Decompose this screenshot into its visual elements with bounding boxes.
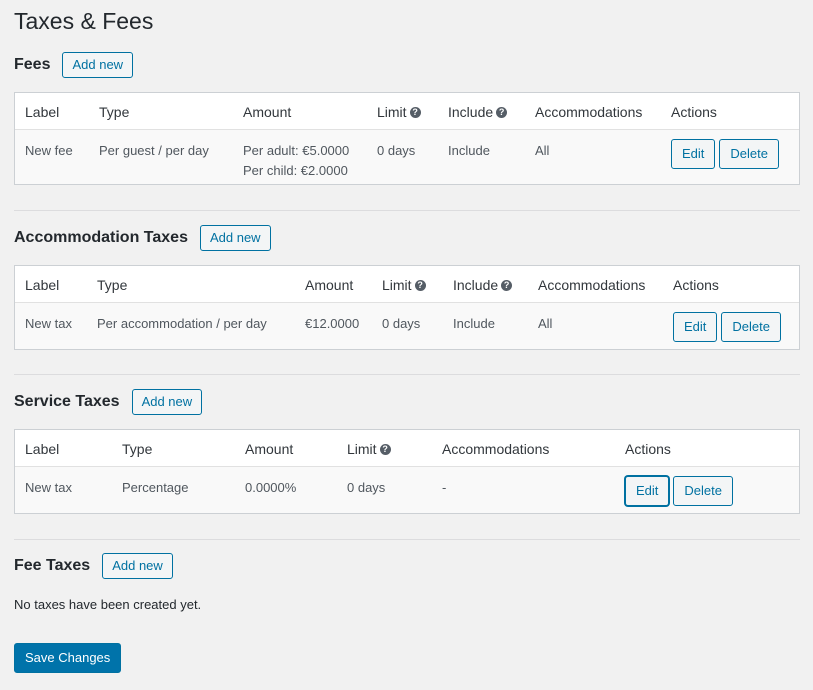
column-header-actions: Actions bbox=[671, 104, 717, 120]
page-title: Taxes & Fees bbox=[14, 8, 154, 34]
column-header-type: Type bbox=[99, 104, 130, 120]
column-header-label: Label bbox=[25, 104, 60, 120]
service-tax-accommodations: - bbox=[442, 480, 447, 495]
column-header-amount: Amount bbox=[245, 441, 294, 457]
fee-taxes-heading: Fee Taxes bbox=[14, 557, 91, 574]
delete-button[interactable]: Delete bbox=[673, 476, 733, 506]
fee-taxes-section-header: Fee Taxes Add new bbox=[14, 553, 173, 579]
column-header-actions: Actions bbox=[673, 277, 719, 293]
fee-limit: 0 days bbox=[377, 143, 416, 158]
delete-button[interactable]: Delete bbox=[721, 312, 781, 342]
column-header-limit-label: Limit bbox=[377, 104, 407, 120]
tax-include: Include bbox=[453, 316, 495, 331]
column-header-label: Label bbox=[25, 277, 60, 293]
accommodation-taxes-heading: Accommodation Taxes bbox=[14, 229, 188, 246]
row-actions: Edit Delete bbox=[673, 312, 785, 342]
help-icon[interactable]: ? bbox=[414, 279, 426, 291]
service-taxes-heading: Service Taxes bbox=[14, 393, 120, 410]
column-header-amount: Amount bbox=[305, 277, 354, 293]
section-divider bbox=[14, 210, 800, 211]
section-divider bbox=[14, 374, 800, 375]
edit-button[interactable]: Edit bbox=[673, 312, 718, 342]
column-header-accommodations: Accommodations bbox=[535, 104, 643, 120]
column-header-accommodations: Accommodations bbox=[538, 277, 646, 293]
fee-amount: Per adult: €5.0000 Per child: €2.0000 bbox=[243, 141, 349, 181]
service-taxes-add-new-button[interactable]: Add new bbox=[131, 389, 203, 415]
table-header-row: Label Type Amount Limit ? Include ? Acco… bbox=[15, 266, 799, 303]
fee-label: New fee bbox=[25, 143, 73, 158]
delete-button[interactable]: Delete bbox=[719, 139, 779, 169]
accommodation-taxes-table: Label Type Amount Limit ? Include ? Acco… bbox=[14, 265, 800, 350]
edit-button[interactable]: Edit bbox=[671, 139, 716, 169]
column-header-include-label: Include bbox=[453, 277, 499, 293]
tax-label: New tax bbox=[25, 316, 72, 331]
fee-amount-child: Per child: €2.0000 bbox=[243, 163, 348, 178]
service-tax-amount: 0.0000% bbox=[245, 480, 297, 495]
column-header-limit-label: Limit bbox=[382, 277, 412, 293]
section-divider bbox=[14, 539, 800, 540]
column-header-actions: Actions bbox=[625, 441, 671, 457]
fee-include: Include bbox=[448, 143, 490, 158]
column-header-limit: Limit ? bbox=[377, 104, 421, 120]
fee-taxes-add-new-button[interactable]: Add new bbox=[102, 553, 173, 579]
help-icon[interactable]: ? bbox=[409, 106, 421, 118]
tax-accommodations: All bbox=[538, 316, 553, 331]
table-header-row: Label Type Amount Limit ? Accommodations… bbox=[15, 430, 799, 467]
column-header-include-label: Include bbox=[448, 104, 494, 120]
column-header-limit: Limit ? bbox=[382, 277, 426, 293]
column-header-type: Type bbox=[122, 441, 153, 457]
tax-limit: 0 days bbox=[382, 316, 421, 331]
fees-heading: Fees bbox=[14, 56, 51, 73]
help-icon[interactable]: ? bbox=[501, 279, 513, 291]
tax-type: Per accommodation / per day bbox=[97, 316, 267, 331]
accommodation-taxes-add-new-button[interactable]: Add new bbox=[199, 225, 271, 251]
column-header-accommodations: Accommodations bbox=[442, 441, 550, 457]
service-tax-type: Percentage bbox=[122, 480, 189, 495]
fees-table: Label Type Amount Limit ? Include ? Acco… bbox=[14, 92, 800, 185]
column-header-include: Include ? bbox=[448, 104, 508, 120]
edit-button[interactable]: Edit bbox=[625, 476, 670, 506]
service-taxes-section-header: Service Taxes Add new bbox=[14, 389, 203, 415]
save-changes-button[interactable]: Save Changes bbox=[14, 643, 122, 673]
table-header-row: Label Type Amount Limit ? Include ? Acco… bbox=[15, 93, 799, 130]
row-actions: Edit Delete bbox=[625, 476, 737, 506]
fee-accommodations: All bbox=[535, 143, 550, 158]
fee-amount-adult: Per adult: €5.0000 bbox=[243, 143, 350, 158]
service-tax-limit: 0 days bbox=[347, 480, 386, 495]
tax-amount: €12.0000 bbox=[305, 316, 360, 331]
column-header-type: Type bbox=[97, 277, 128, 293]
service-tax-label: New tax bbox=[25, 480, 72, 495]
column-header-label: Label bbox=[25, 441, 60, 457]
column-header-include: Include ? bbox=[453, 277, 513, 293]
service-taxes-table: Label Type Amount Limit ? Accommodations… bbox=[14, 429, 800, 514]
help-icon[interactable]: ? bbox=[496, 106, 508, 118]
row-actions: Edit Delete bbox=[671, 139, 783, 169]
fee-type: Per guest / per day bbox=[99, 143, 209, 158]
accommodation-taxes-section-header: Accommodation Taxes Add new bbox=[14, 225, 271, 251]
fees-add-new-button[interactable]: Add new bbox=[62, 52, 134, 78]
column-header-limit-label: Limit bbox=[347, 441, 377, 457]
column-header-amount: Amount bbox=[243, 104, 292, 120]
help-icon[interactable]: ? bbox=[379, 443, 391, 455]
fee-taxes-empty-message: No taxes have been created yet. bbox=[14, 597, 202, 612]
fees-section-header: Fees Add new bbox=[14, 52, 134, 78]
column-header-limit: Limit ? bbox=[347, 441, 391, 457]
